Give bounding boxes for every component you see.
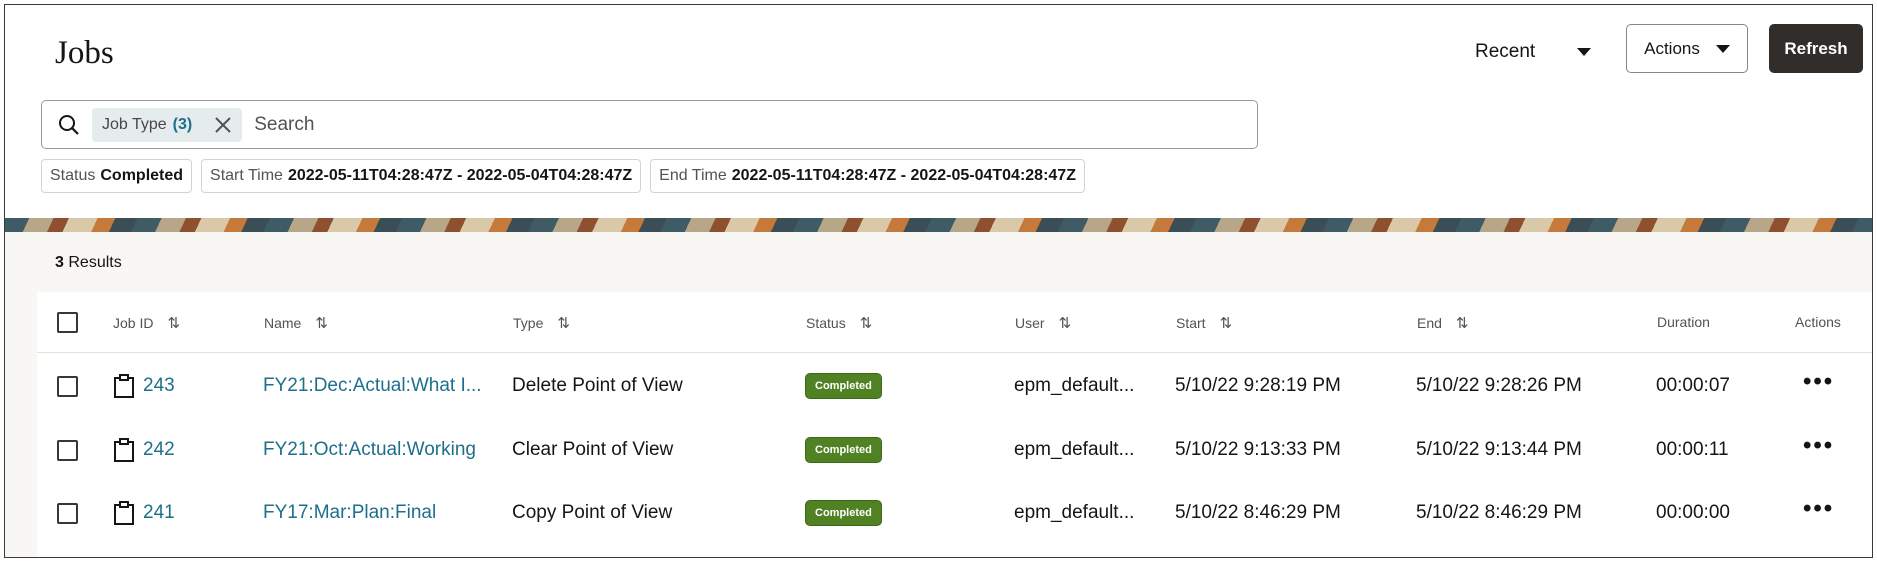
results-count: 3 Results xyxy=(55,254,122,272)
job-start: 5/10/22 9:13:33 PM xyxy=(1175,439,1341,460)
sort-icon[interactable]: ⇅ xyxy=(1220,314,1233,332)
job-end: 5/10/22 8:46:29 PM xyxy=(1416,502,1582,523)
recent-label: Recent xyxy=(1475,41,1536,62)
column-status[interactable]: Status ⇅ xyxy=(806,314,872,332)
select-all-checkbox[interactable] xyxy=(57,312,78,333)
column-job-id[interactable]: Job ID ⇅ xyxy=(113,314,180,332)
job-type: Copy Point of View xyxy=(512,502,673,523)
job-name-link[interactable]: FY21:Dec:Actual:What I... xyxy=(263,375,482,397)
column-label: Name xyxy=(264,315,302,331)
row-actions-menu-icon[interactable]: ••• xyxy=(1803,370,1834,394)
jobs-panel: Jobs Recent Actions Refresh Job Type (3)… xyxy=(4,4,1873,558)
row-checkbox[interactable] xyxy=(57,503,78,524)
sort-icon[interactable]: ⇅ xyxy=(1456,314,1469,332)
sort-icon[interactable]: ⇅ xyxy=(860,314,873,332)
start-time-filter-chip[interactable]: Start Time 2022-05-11T04:28:47Z - 2022-0… xyxy=(201,159,642,193)
column-label: End xyxy=(1417,315,1442,331)
results-number: 3 xyxy=(55,254,64,271)
column-label: User xyxy=(1015,315,1045,331)
actions-button[interactable]: Actions xyxy=(1626,24,1748,73)
job-duration: 00:00:07 xyxy=(1656,375,1730,396)
refresh-button-label: Refresh xyxy=(1784,38,1848,58)
job-id-link[interactable]: 242 xyxy=(143,439,175,461)
job-type-filter-chip[interactable]: Job Type (3) xyxy=(92,107,243,142)
column-actions: Actions xyxy=(1795,314,1841,330)
column-name[interactable]: Name ⇅ xyxy=(264,314,328,332)
results-label: Results xyxy=(68,254,122,271)
job-duration: 00:00:00 xyxy=(1656,502,1730,523)
clipboard-icon xyxy=(114,438,134,462)
refresh-button[interactable]: Refresh xyxy=(1769,24,1863,73)
job-start: 5/10/22 8:46:29 PM xyxy=(1175,502,1341,523)
status-badge: Completed xyxy=(805,373,882,399)
column-label: Type xyxy=(513,315,544,331)
row-actions-menu-icon[interactable]: ••• xyxy=(1803,497,1834,521)
sort-icon[interactable]: ⇅ xyxy=(557,314,570,332)
job-duration: 00:00:11 xyxy=(1656,439,1729,460)
results-area: 3 Results Job ID ⇅ Name ⇅ Type ⇅ Status … xyxy=(5,232,1872,557)
filter-label: Status xyxy=(50,167,96,184)
job-start: 5/10/22 9:28:19 PM xyxy=(1175,375,1341,396)
decorative-banner xyxy=(5,218,1872,232)
row-checkbox[interactable] xyxy=(57,440,78,461)
filter-label: End Time xyxy=(659,167,727,184)
recent-dropdown[interactable]: Recent xyxy=(1475,41,1592,63)
chip-count: (3) xyxy=(172,115,193,133)
filter-value: 2022-05-11T04:28:47Z - 2022-05-04T04:28:… xyxy=(287,167,633,184)
job-user: epm_default... xyxy=(1014,375,1135,396)
job-id-link[interactable]: 241 xyxy=(143,502,175,524)
filter-value: Completed xyxy=(100,167,184,184)
job-user: epm_default... xyxy=(1014,439,1135,460)
row-actions-menu-icon[interactable]: ••• xyxy=(1803,434,1834,458)
filter-value: 2022-05-11T04:28:47Z - 2022-05-04T04:28:… xyxy=(731,167,1076,184)
row-checkbox[interactable] xyxy=(57,376,78,397)
job-user: epm_default... xyxy=(1014,502,1135,523)
chip-label: Job Type xyxy=(102,115,167,133)
status-badge: Completed xyxy=(805,437,882,463)
job-id-link[interactable]: 243 xyxy=(143,375,175,397)
jobs-table: Job ID ⇅ Name ⇅ Type ⇅ Status ⇅ User ⇅ S… xyxy=(37,292,1872,557)
job-type: Delete Point of View xyxy=(512,375,683,396)
page-title: Jobs xyxy=(55,35,114,71)
table-row[interactable]: 241 FY17:Mar:Plan:Final Copy Point of Vi… xyxy=(37,481,1872,544)
column-label: Status xyxy=(806,315,846,331)
search-bar[interactable]: Job Type (3) Search xyxy=(41,100,1258,149)
job-name-link[interactable]: FY21:Oct:Actual:Working xyxy=(263,439,476,461)
table-row[interactable]: 243 FY21:Dec:Actual:What I... Delete Poi… xyxy=(37,354,1872,417)
clipboard-icon xyxy=(114,501,134,525)
column-label: Job ID xyxy=(113,315,154,331)
column-label: Actions xyxy=(1795,314,1841,330)
table-row[interactable]: 242 FY21:Oct:Actual:Working Clear Point … xyxy=(37,418,1872,481)
job-end: 5/10/22 9:28:26 PM xyxy=(1416,375,1582,396)
applied-filters: Status Completed Start Time 2022-05-11T0… xyxy=(41,159,1085,193)
actions-button-label: Actions xyxy=(1644,38,1700,58)
caret-down-icon xyxy=(1577,48,1592,56)
job-name-link[interactable]: FY17:Mar:Plan:Final xyxy=(263,502,436,524)
column-user[interactable]: User ⇅ xyxy=(1015,314,1071,332)
close-icon[interactable] xyxy=(214,116,232,134)
search-input[interactable]: Search xyxy=(254,114,314,136)
clipboard-icon xyxy=(114,374,134,398)
table-header: Job ID ⇅ Name ⇅ Type ⇅ Status ⇅ User ⇅ S… xyxy=(37,292,1872,353)
filter-label: Start Time xyxy=(210,167,283,184)
status-badge: Completed xyxy=(805,500,882,526)
column-label: Duration xyxy=(1657,314,1710,330)
sort-icon[interactable]: ⇅ xyxy=(1059,314,1072,332)
column-duration: Duration xyxy=(1657,314,1710,330)
sort-icon[interactable]: ⇅ xyxy=(167,314,180,332)
status-filter-chip[interactable]: Status Completed xyxy=(41,159,193,193)
column-start[interactable]: Start ⇅ xyxy=(1176,314,1232,332)
job-type: Clear Point of View xyxy=(512,439,674,460)
column-type[interactable]: Type ⇅ xyxy=(513,314,570,332)
search-icon xyxy=(59,114,79,135)
column-label: Start xyxy=(1176,315,1206,331)
sort-icon[interactable]: ⇅ xyxy=(315,314,328,332)
end-time-filter-chip[interactable]: End Time 2022-05-11T04:28:47Z - 2022-05-… xyxy=(650,159,1085,193)
job-end: 5/10/22 9:13:44 PM xyxy=(1416,439,1582,460)
caret-down-icon xyxy=(1715,44,1730,53)
column-end[interactable]: End ⇅ xyxy=(1417,314,1469,332)
